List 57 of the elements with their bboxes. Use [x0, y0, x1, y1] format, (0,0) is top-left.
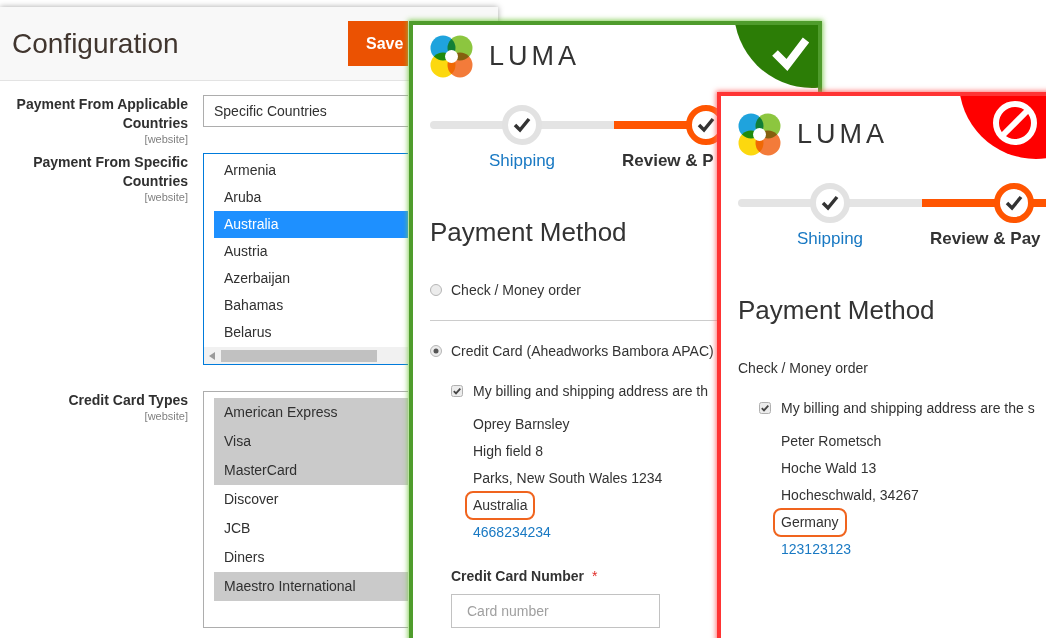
list-option[interactable]: Austria — [214, 238, 408, 265]
list-option[interactable]: Aruba — [214, 184, 408, 211]
field-label: Credit Card Number — [451, 568, 585, 584]
list-option[interactable]: JCB — [214, 514, 408, 543]
payment-method-label: Credit Card (Aheadworks Bambora APAC) — [451, 342, 714, 361]
checkbox[interactable] — [759, 402, 771, 414]
multiselect-list[interactable]: Armenia Aruba Australia Austria Azerbaijan Bahamas Belarus — [203, 153, 408, 365]
required-mark: * — [592, 568, 598, 584]
list-option[interactable]: Bahamas — [214, 292, 408, 319]
logo-icon — [738, 113, 781, 156]
scope-label: [website] — [144, 133, 188, 146]
brand-name: LUMA — [797, 121, 888, 148]
input-field[interactable]: Card number — [451, 594, 660, 628]
field-label: Credit Card Types — [68, 391, 188, 410]
step-label[interactable]: Shipping — [796, 229, 864, 249]
radio-button[interactable] — [430, 345, 442, 357]
page-title: Configuration — [12, 26, 179, 61]
list-option[interactable]: MasterCard — [214, 456, 408, 485]
address-line: Hocheschwald, 34267 — [781, 486, 919, 505]
highlighted-country: Germany — [773, 508, 847, 537]
checkbox-label: My billing and shipping address are th — [473, 383, 709, 399]
payment-method-label: Check / Money order — [451, 281, 581, 300]
list-option[interactable]: Belarus — [214, 319, 408, 346]
address-line: Peter Rometsch — [781, 432, 882, 451]
phone-link[interactable]: 4668234234 — [473, 519, 551, 546]
address-line: High field 8 — [473, 442, 544, 461]
checkbox[interactable] — [451, 385, 463, 397]
list-option[interactable]: Diners — [214, 543, 408, 572]
highlighted-country: Australia — [465, 491, 536, 520]
logo-icon — [430, 35, 473, 78]
save-button[interactable]: Save — [348, 21, 408, 66]
section-heading: Payment Method — [430, 216, 628, 248]
phone-link[interactable]: 123123123 — [781, 536, 852, 563]
step-label[interactable]: Shipping — [488, 151, 556, 171]
list-option[interactable]: Visa — [214, 427, 408, 456]
address-line: Parks, New South Wales 1234 — [473, 469, 663, 488]
scope-label: [website] — [144, 191, 188, 204]
multiselect-list[interactable]: American Express Visa MasterCard Discover JCB Diners Maestro International — [203, 391, 408, 628]
checkbox-label: My billing and shipping address are the s — [781, 400, 1035, 416]
field-label: Payment From Specific Countries — [32, 153, 188, 191]
scope-label: [website] — [144, 410, 188, 423]
address-line: Oprey Barnsley — [473, 415, 570, 434]
address-line: Hoche Wald 13 — [781, 459, 877, 478]
section-heading: Payment Method — [738, 294, 936, 326]
select-field[interactable]: Specific Countries — [203, 95, 408, 127]
list-option[interactable]: Maestro International — [214, 572, 408, 601]
field-label: Payment From Applicable Countries — [15, 95, 188, 133]
radio-button[interactable] — [430, 284, 442, 296]
list-option[interactable]: American Express — [214, 398, 408, 427]
list-option[interactable]: Azerbaijan — [214, 265, 408, 292]
payment-method-label: Check / Money order — [738, 359, 868, 378]
list-option[interactable]: Armenia — [214, 157, 408, 184]
brand-name: LUMA — [489, 43, 580, 70]
step-label: Review & P — [622, 151, 714, 171]
list-option[interactable]: Discover — [214, 485, 408, 514]
step-label: Review & Pay — [930, 229, 1041, 249]
scrollbar-thumb[interactable] — [221, 349, 377, 362]
